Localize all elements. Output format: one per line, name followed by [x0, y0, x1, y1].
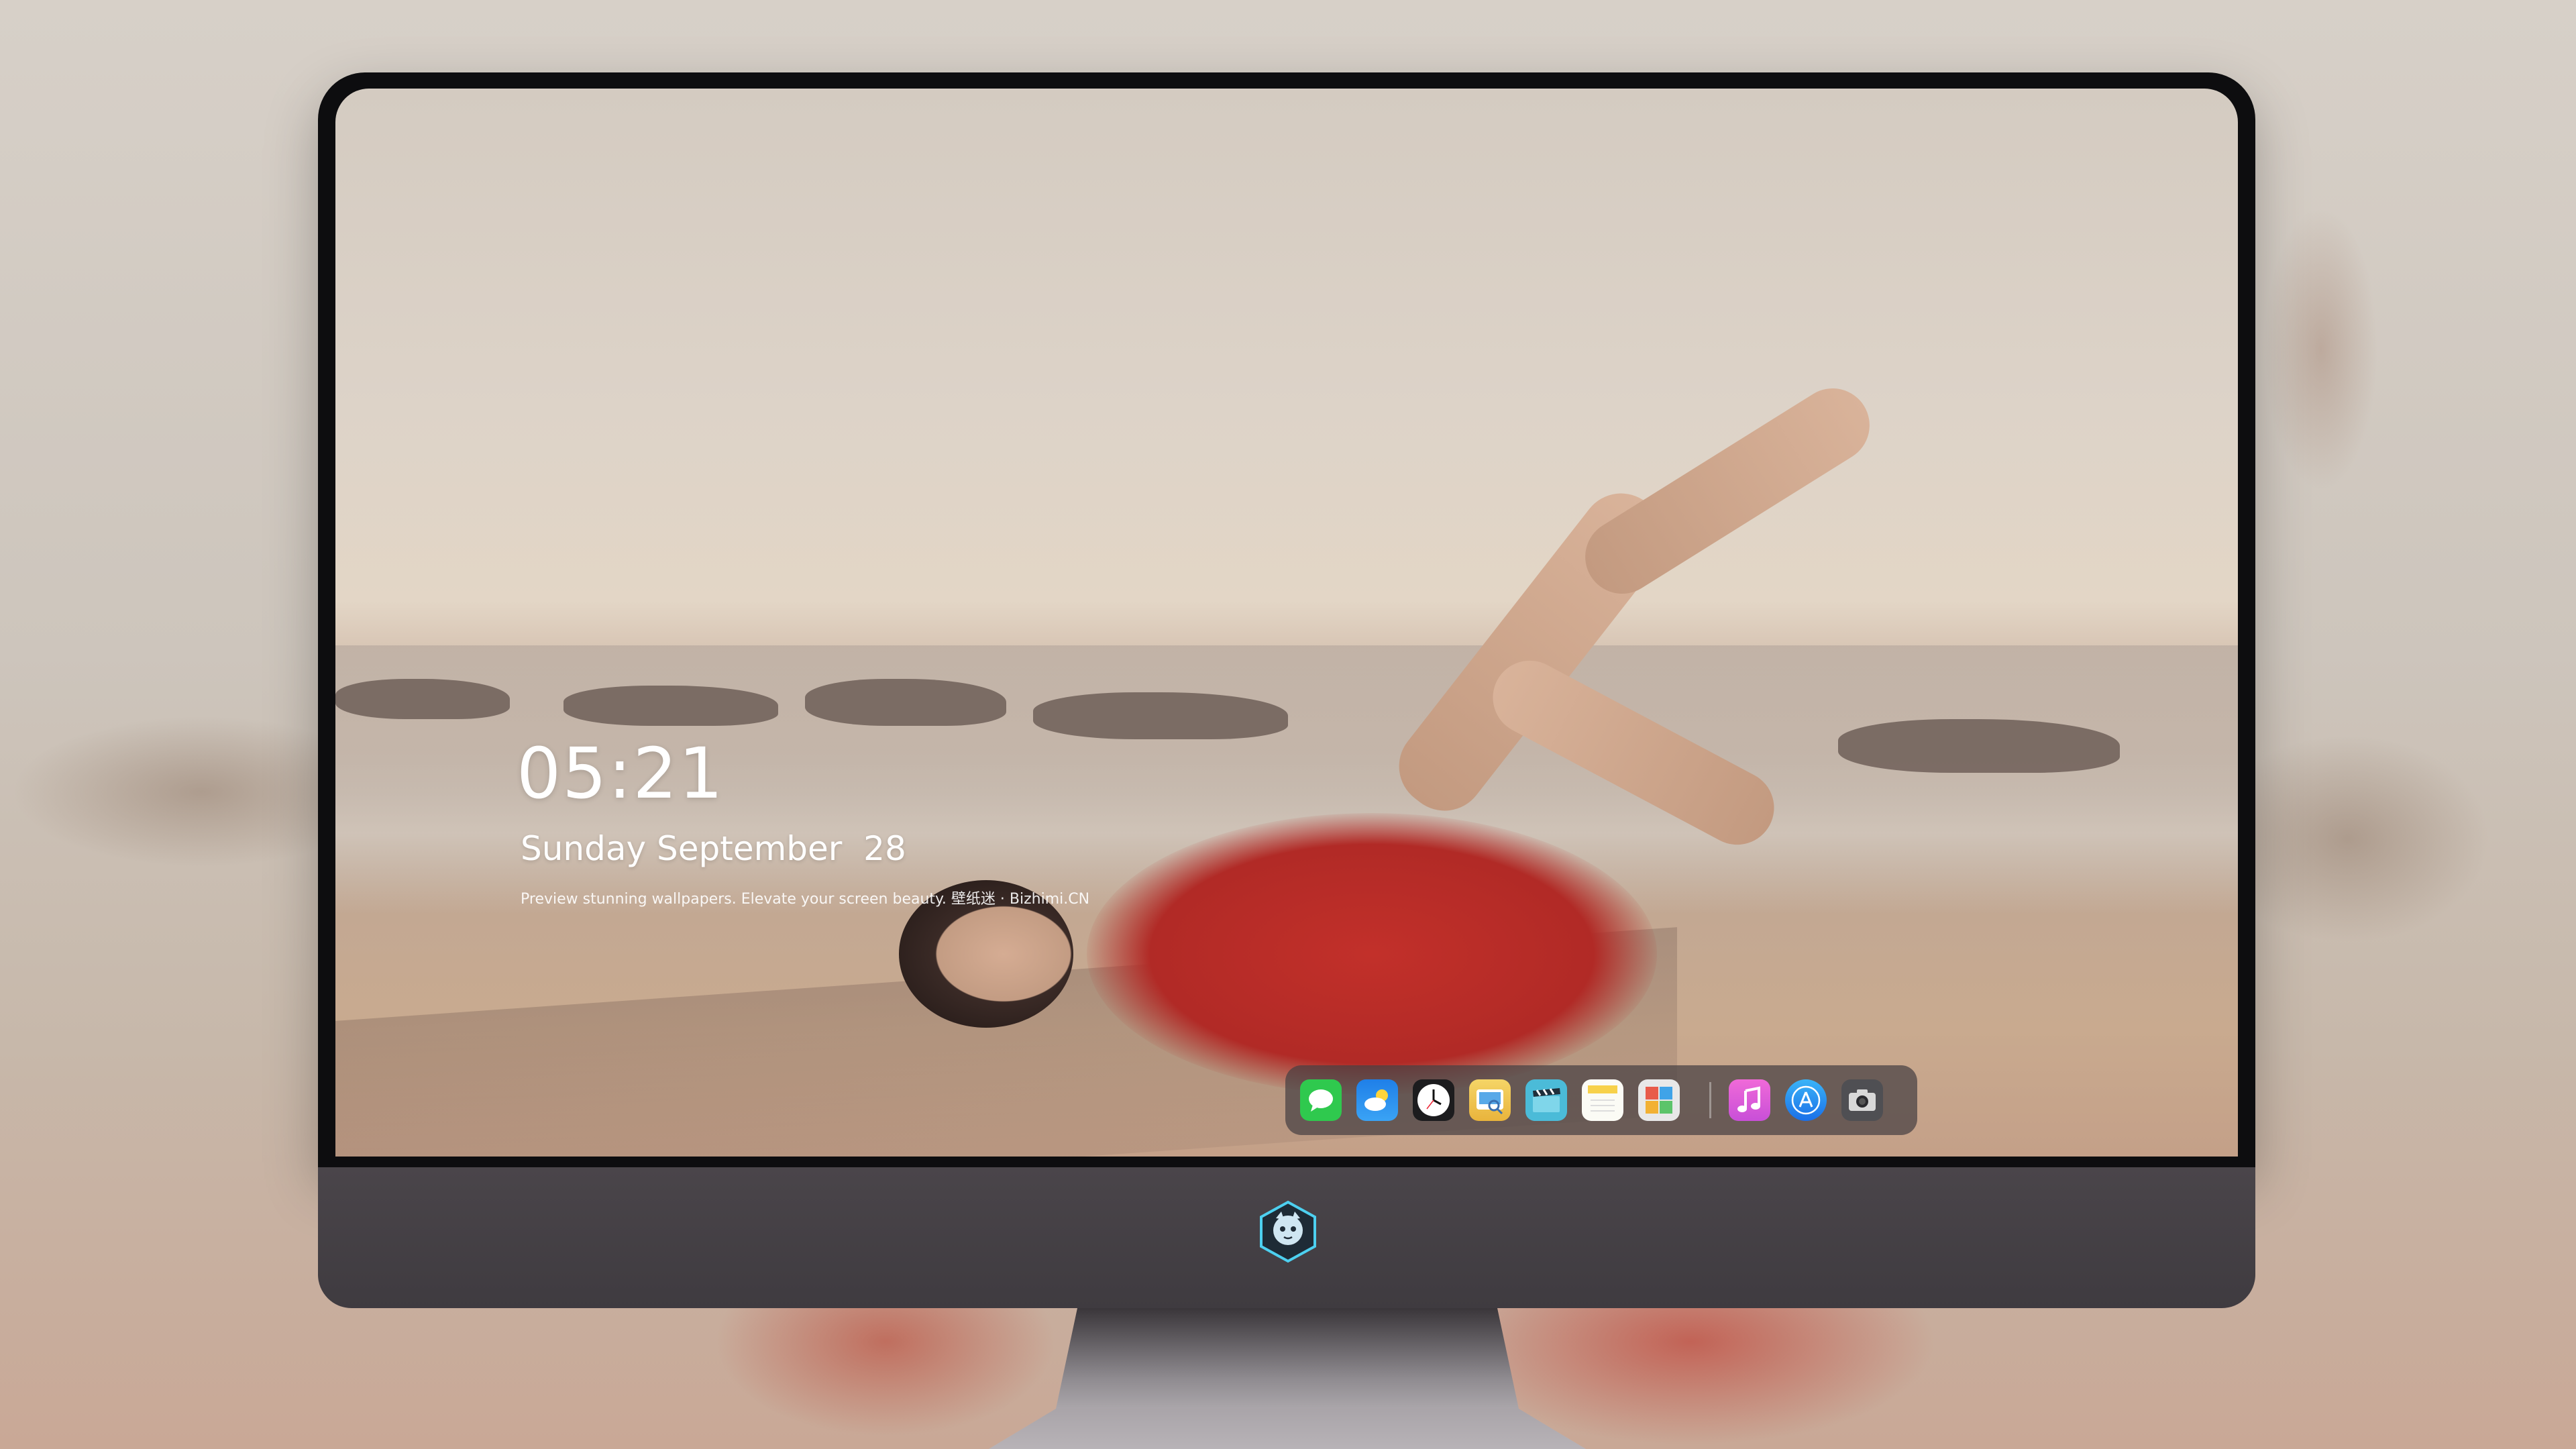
wallpaper-rock	[1033, 692, 1288, 739]
notepad-icon	[1588, 1085, 1617, 1112]
photos-grid-icon	[1646, 1087, 1672, 1114]
photo-booth-app-icon[interactable]	[1638, 1079, 1680, 1121]
cloud-sun-icon	[1364, 1089, 1388, 1111]
wallpaper-figure-dress	[1087, 813, 1657, 1095]
music-note-icon	[1737, 1086, 1760, 1112]
lockscreen-tagline: Preview stunning wallpapers. Elevate you…	[521, 891, 1090, 908]
music-app-icon[interactable]	[1729, 1079, 1770, 1121]
wallpaper-figure-leg	[1571, 374, 1884, 608]
clock-app-icon[interactable]	[1413, 1079, 1454, 1121]
monitor: 05:21 Sunday September 28 Preview stunni…	[318, 72, 2255, 1308]
monitor-bezel: 05:21 Sunday September 28 Preview stunni…	[318, 72, 2255, 1167]
clock-icon	[1417, 1084, 1450, 1116]
weather-app-icon[interactable]	[1356, 1079, 1398, 1121]
camera-icon	[1849, 1089, 1876, 1111]
dock-separator	[1709, 1082, 1711, 1118]
videos-app-icon[interactable]	[1525, 1079, 1567, 1121]
clapperboard-icon	[1533, 1088, 1560, 1112]
app-store-app-icon[interactable]	[1785, 1079, 1827, 1121]
messages-app-icon[interactable]	[1300, 1079, 1342, 1121]
wallpaper-rock	[805, 679, 1006, 726]
screen-wallpaper: 05:21 Sunday September 28 Preview stunni…	[335, 89, 2238, 1157]
wallpaper-rock	[335, 679, 510, 719]
speech-bubble-icon	[1309, 1089, 1333, 1112]
camera-app-icon[interactable]	[1841, 1079, 1883, 1121]
wallpaper-rock	[564, 686, 778, 726]
preview-app-icon[interactable]	[1469, 1079, 1511, 1121]
image-viewer-icon	[1477, 1089, 1503, 1115]
monitor-stand	[989, 1308, 1586, 1449]
monitor-chin	[318, 1167, 2255, 1308]
brand-logo-icon	[1260, 1200, 1316, 1263]
app-store-icon	[1791, 1085, 1821, 1115]
wallpaper-rock	[1838, 719, 2120, 773]
notes-app-icon[interactable]	[1582, 1079, 1623, 1121]
lockscreen-clock: 05:21	[517, 733, 724, 814]
lockscreen-date: Sunday September 28	[521, 829, 906, 868]
dock	[1285, 1065, 1917, 1135]
